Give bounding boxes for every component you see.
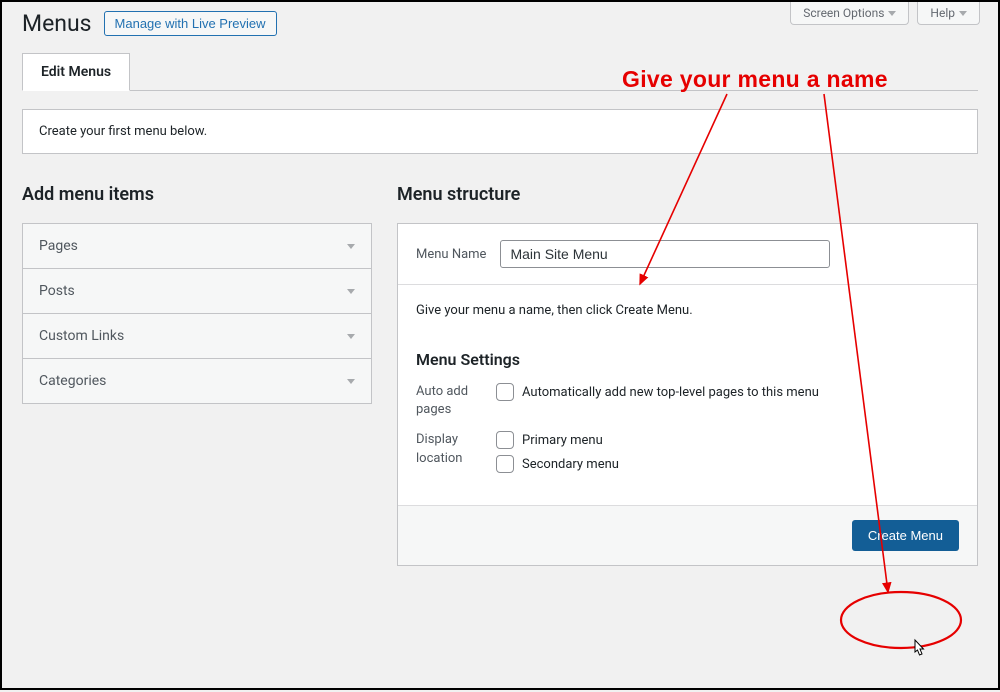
chevron-down-icon <box>347 334 355 339</box>
screen-options-label: Screen Options <box>803 6 884 20</box>
secondary-menu-option: Secondary menu <box>522 457 619 472</box>
add-menu-items-heading: Add menu items <box>22 184 372 205</box>
accordion-categories[interactable]: Categories <box>23 359 371 403</box>
chevron-down-icon <box>347 244 355 249</box>
menu-instruction-text: Give your menu a name, then click Create… <box>398 285 977 336</box>
menu-items-accordion: Pages Posts Custom Links Categories <box>22 223 372 404</box>
auto-add-pages-option: Automatically add new top-level pages to… <box>522 385 819 400</box>
accordion-label: Custom Links <box>39 328 124 344</box>
menu-name-input[interactable] <box>500 240 830 268</box>
annotation-ellipse <box>841 592 961 648</box>
menu-name-label: Menu Name <box>416 247 486 262</box>
chevron-down-icon <box>959 11 967 16</box>
menu-settings-block: Menu Settings Auto add pages Automatical… <box>398 336 977 505</box>
notice-first-menu: Create your first menu below. <box>22 109 978 154</box>
accordion-posts[interactable]: Posts <box>23 269 371 314</box>
auto-add-pages-label: Auto add pages <box>416 383 478 419</box>
chevron-down-icon <box>888 11 896 16</box>
primary-menu-option: Primary menu <box>522 433 603 448</box>
display-location-label: Display location <box>416 431 478 467</box>
chevron-down-icon <box>347 289 355 294</box>
accordion-label: Categories <box>39 373 106 389</box>
page-title: Menus <box>22 10 92 37</box>
menu-structure-column: Menu structure Menu Name Give your menu … <box>397 184 978 566</box>
create-menu-button[interactable]: Create Menu <box>852 520 959 551</box>
tab-edit-menus[interactable]: Edit Menus <box>22 53 130 91</box>
auto-add-pages-checkbox[interactable] <box>496 383 514 401</box>
help-tab[interactable]: Help <box>917 2 980 25</box>
menu-settings-heading: Menu Settings <box>416 350 959 369</box>
manage-live-preview-button[interactable]: Manage with Live Preview <box>104 11 277 36</box>
screen-options-tab[interactable]: Screen Options <box>790 2 909 25</box>
annotation-callout-text: Give your menu a name <box>622 66 888 93</box>
primary-menu-checkbox[interactable] <box>496 431 514 449</box>
accordion-custom-links[interactable]: Custom Links <box>23 314 371 359</box>
menu-structure-panel: Menu Name Give your menu a name, then cl… <box>397 223 978 566</box>
chevron-down-icon <box>347 379 355 384</box>
panel-footer: Create Menu <box>398 505 977 565</box>
add-menu-items-column: Add menu items Pages Posts Custom Links … <box>22 184 372 566</box>
accordion-label: Posts <box>39 283 75 299</box>
accordion-pages[interactable]: Pages <box>23 224 371 269</box>
help-label: Help <box>930 6 955 20</box>
menu-structure-heading: Menu structure <box>397 184 978 205</box>
accordion-label: Pages <box>39 238 78 254</box>
cursor-pointer-icon <box>909 638 929 662</box>
secondary-menu-checkbox[interactable] <box>496 455 514 473</box>
